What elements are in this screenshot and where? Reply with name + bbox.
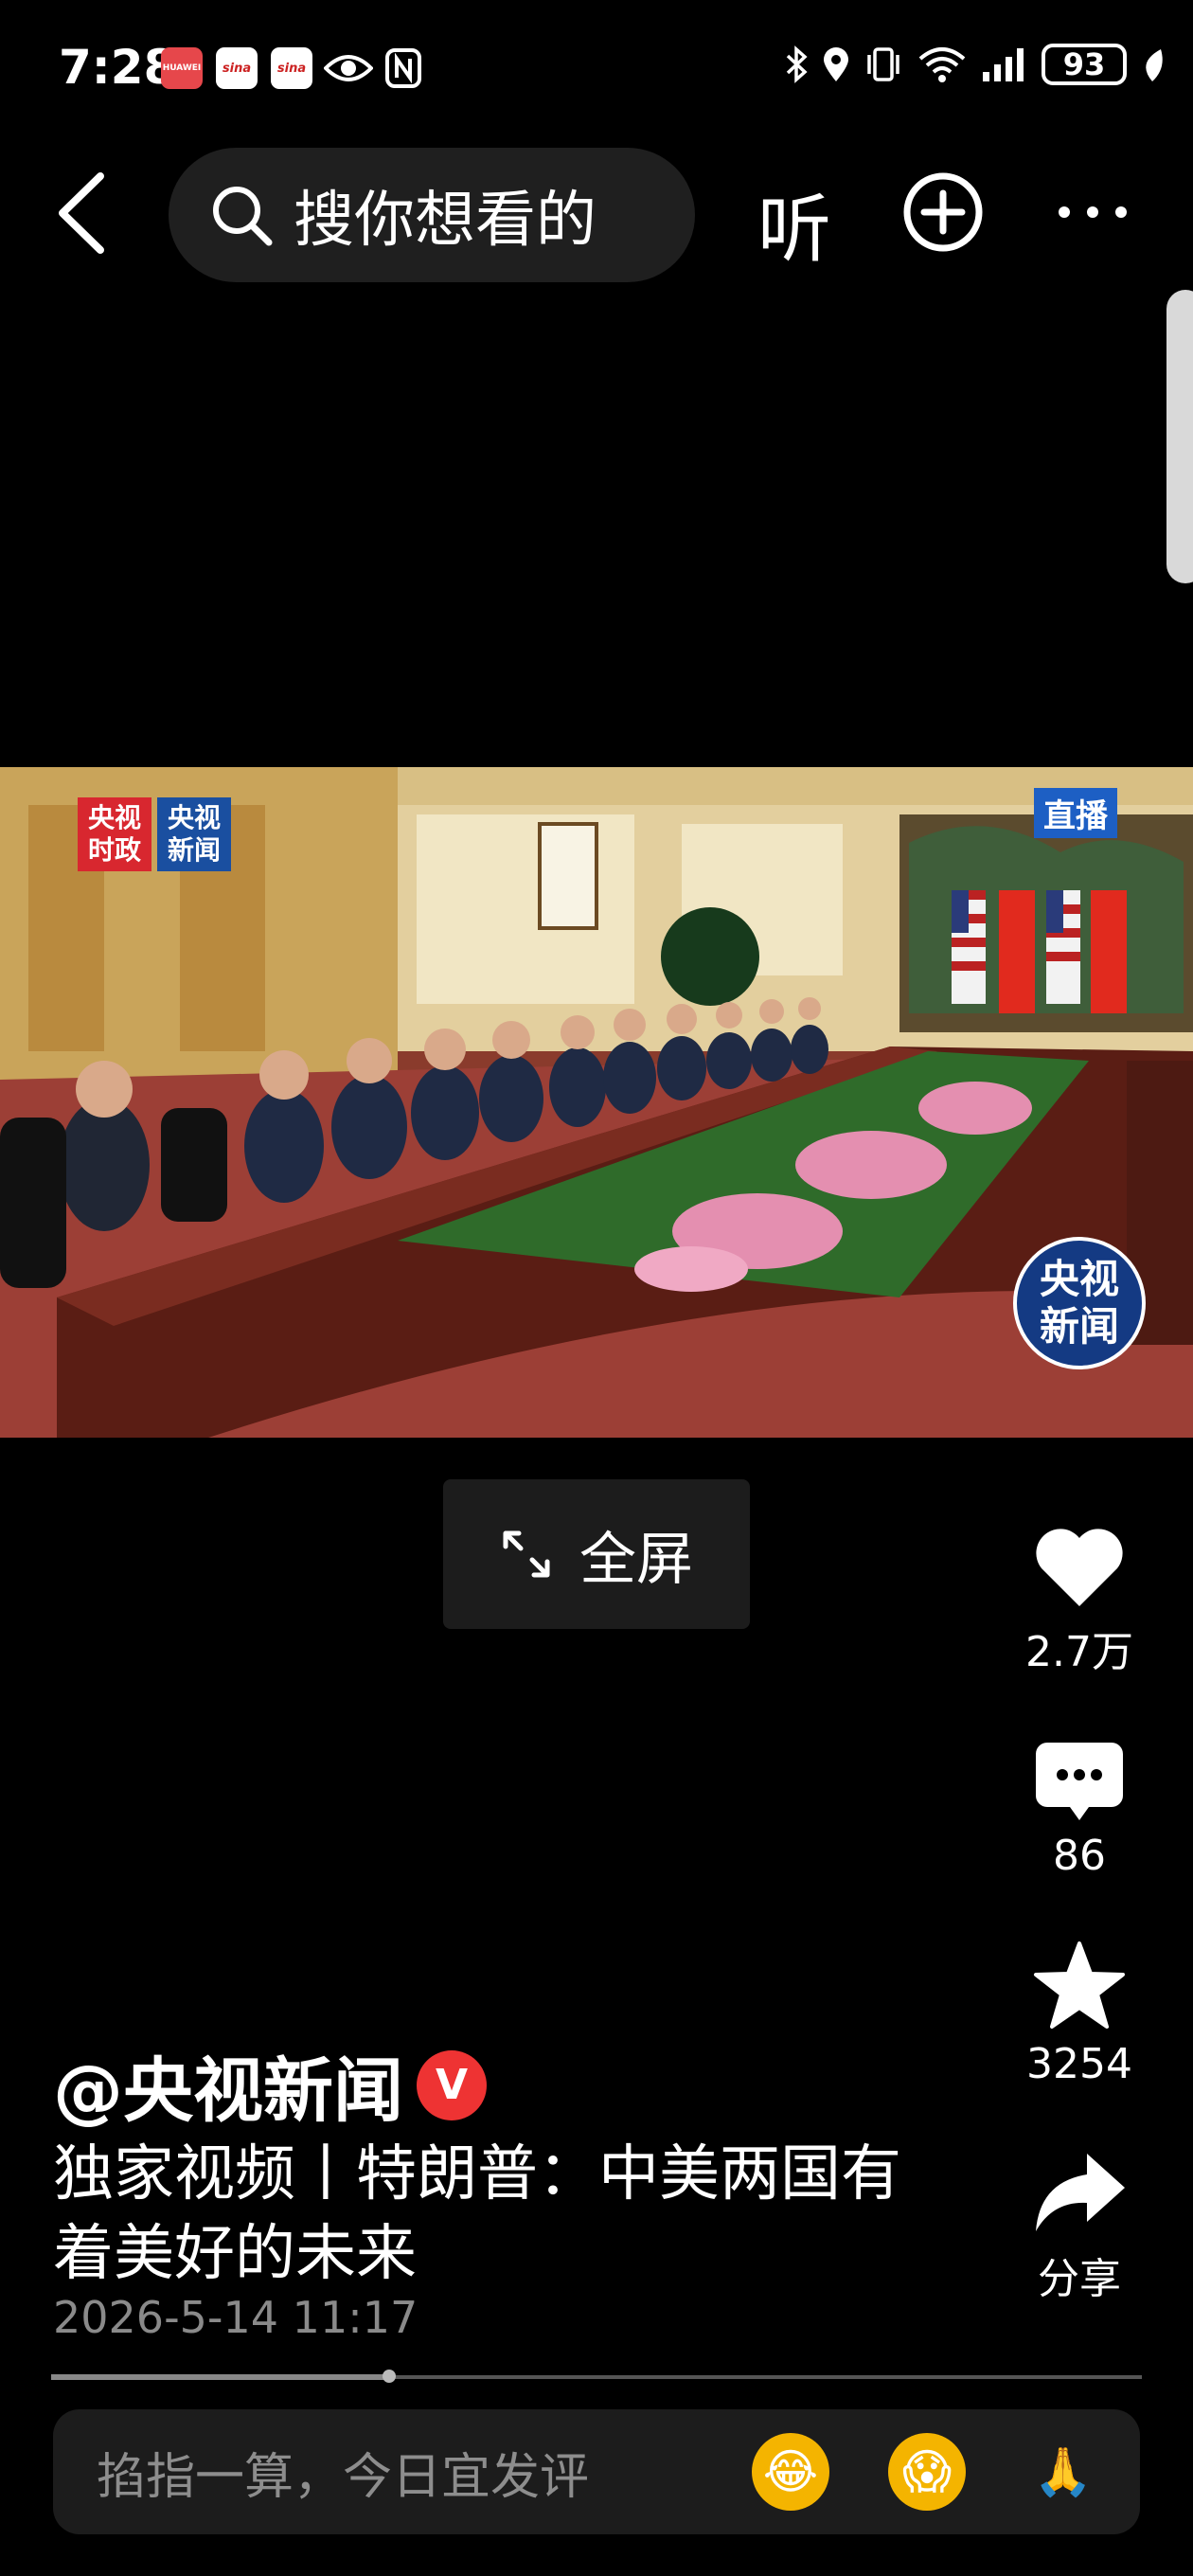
scared-emoji-icon[interactable]: 😱 bbox=[888, 2433, 966, 2511]
favorite-button[interactable]: 3254 bbox=[1000, 1940, 1159, 2088]
praying-hands-emoji-icon[interactable]: 🙏 bbox=[1024, 2433, 1102, 2511]
search-placeholder: 搜你想看的 bbox=[294, 186, 596, 256]
comment-count: 86 bbox=[1053, 1832, 1106, 1880]
like-count: 2.7万 bbox=[1025, 1628, 1133, 1676]
signal-icon bbox=[983, 48, 1024, 81]
sina-app-notification-icon: sina bbox=[216, 47, 258, 89]
fullscreen-label: 全屏 bbox=[579, 1526, 693, 1593]
battery-icon: 93 bbox=[1042, 44, 1127, 85]
sina-app-notification-icon: sina bbox=[271, 47, 312, 89]
share-arrow-icon bbox=[1036, 2154, 1125, 2231]
share-label: 分享 bbox=[1038, 2255, 1121, 2303]
side-panel-handle[interactable] bbox=[1166, 290, 1193, 583]
comment-button[interactable]: 86 bbox=[1000, 1741, 1159, 1880]
expand-icon bbox=[503, 1530, 550, 1578]
heart-icon bbox=[1036, 1529, 1123, 1606]
laughing-emoji-icon[interactable]: 😂 bbox=[752, 2433, 829, 2511]
comment-input-bar[interactable]: 掐指一算，今日宜发评 😂 😱 🙏 bbox=[53, 2409, 1140, 2534]
video-caption: 独家视频丨特朗普：中美两国有着美好的未来 bbox=[53, 2139, 901, 2289]
vibrate-icon bbox=[867, 47, 899, 81]
search-icon bbox=[213, 187, 273, 246]
status-bar: 7:28 HUAWEI sina sina 93 bbox=[0, 0, 1193, 133]
more-options-icon[interactable] bbox=[1055, 203, 1131, 222]
listen-button[interactable]: 听 bbox=[757, 170, 831, 277]
live-badge: 直播 bbox=[1034, 788, 1117, 838]
favorite-count: 3254 bbox=[1026, 2040, 1132, 2088]
cctv-politics-logo: 央视 时政 央视 新闻 bbox=[78, 797, 231, 871]
video-progress-fill bbox=[51, 2374, 390, 2380]
huawei-app-notification-icon: HUAWEI bbox=[161, 47, 203, 89]
back-arrow-icon[interactable] bbox=[55, 170, 108, 256]
nfc-icon bbox=[385, 48, 421, 88]
post-date: 2026-5-14 11:17 bbox=[53, 2292, 418, 2343]
cctv-politics-badge: 央视 时政 bbox=[78, 797, 151, 871]
wifi-icon bbox=[918, 47, 966, 82]
like-button[interactable]: 2.7万 bbox=[1000, 1525, 1159, 1678]
add-circle-icon[interactable] bbox=[901, 170, 985, 254]
star-icon bbox=[1034, 1941, 1125, 2029]
cctv-news-watermark: 央视 新闻 bbox=[1013, 1237, 1146, 1369]
system-icons: 93 bbox=[784, 44, 1165, 85]
comment-bubble-icon bbox=[1036, 1743, 1123, 1820]
eye-icon bbox=[324, 55, 373, 81]
comment-input[interactable]: 掐指一算，今日宜发评 bbox=[97, 2437, 752, 2508]
bluetooth-icon bbox=[786, 45, 808, 83]
search-bar[interactable]: 搜你想看的 bbox=[169, 148, 695, 282]
leaf-icon bbox=[1146, 49, 1163, 81]
cctv-news-badge: 央视 新闻 bbox=[157, 797, 231, 871]
status-time: 7:28 bbox=[59, 40, 177, 95]
video-progress-handle[interactable] bbox=[383, 2370, 397, 2383]
author-name[interactable]: @央视新闻 bbox=[53, 2034, 403, 2136]
share-button[interactable]: 分享 bbox=[1000, 2150, 1159, 2305]
author-row[interactable]: @央视新闻 V bbox=[53, 2034, 487, 2136]
fullscreen-button[interactable]: 全屏 bbox=[443, 1479, 750, 1629]
location-icon bbox=[824, 47, 848, 81]
verified-badge-icon: V bbox=[417, 2049, 487, 2120]
